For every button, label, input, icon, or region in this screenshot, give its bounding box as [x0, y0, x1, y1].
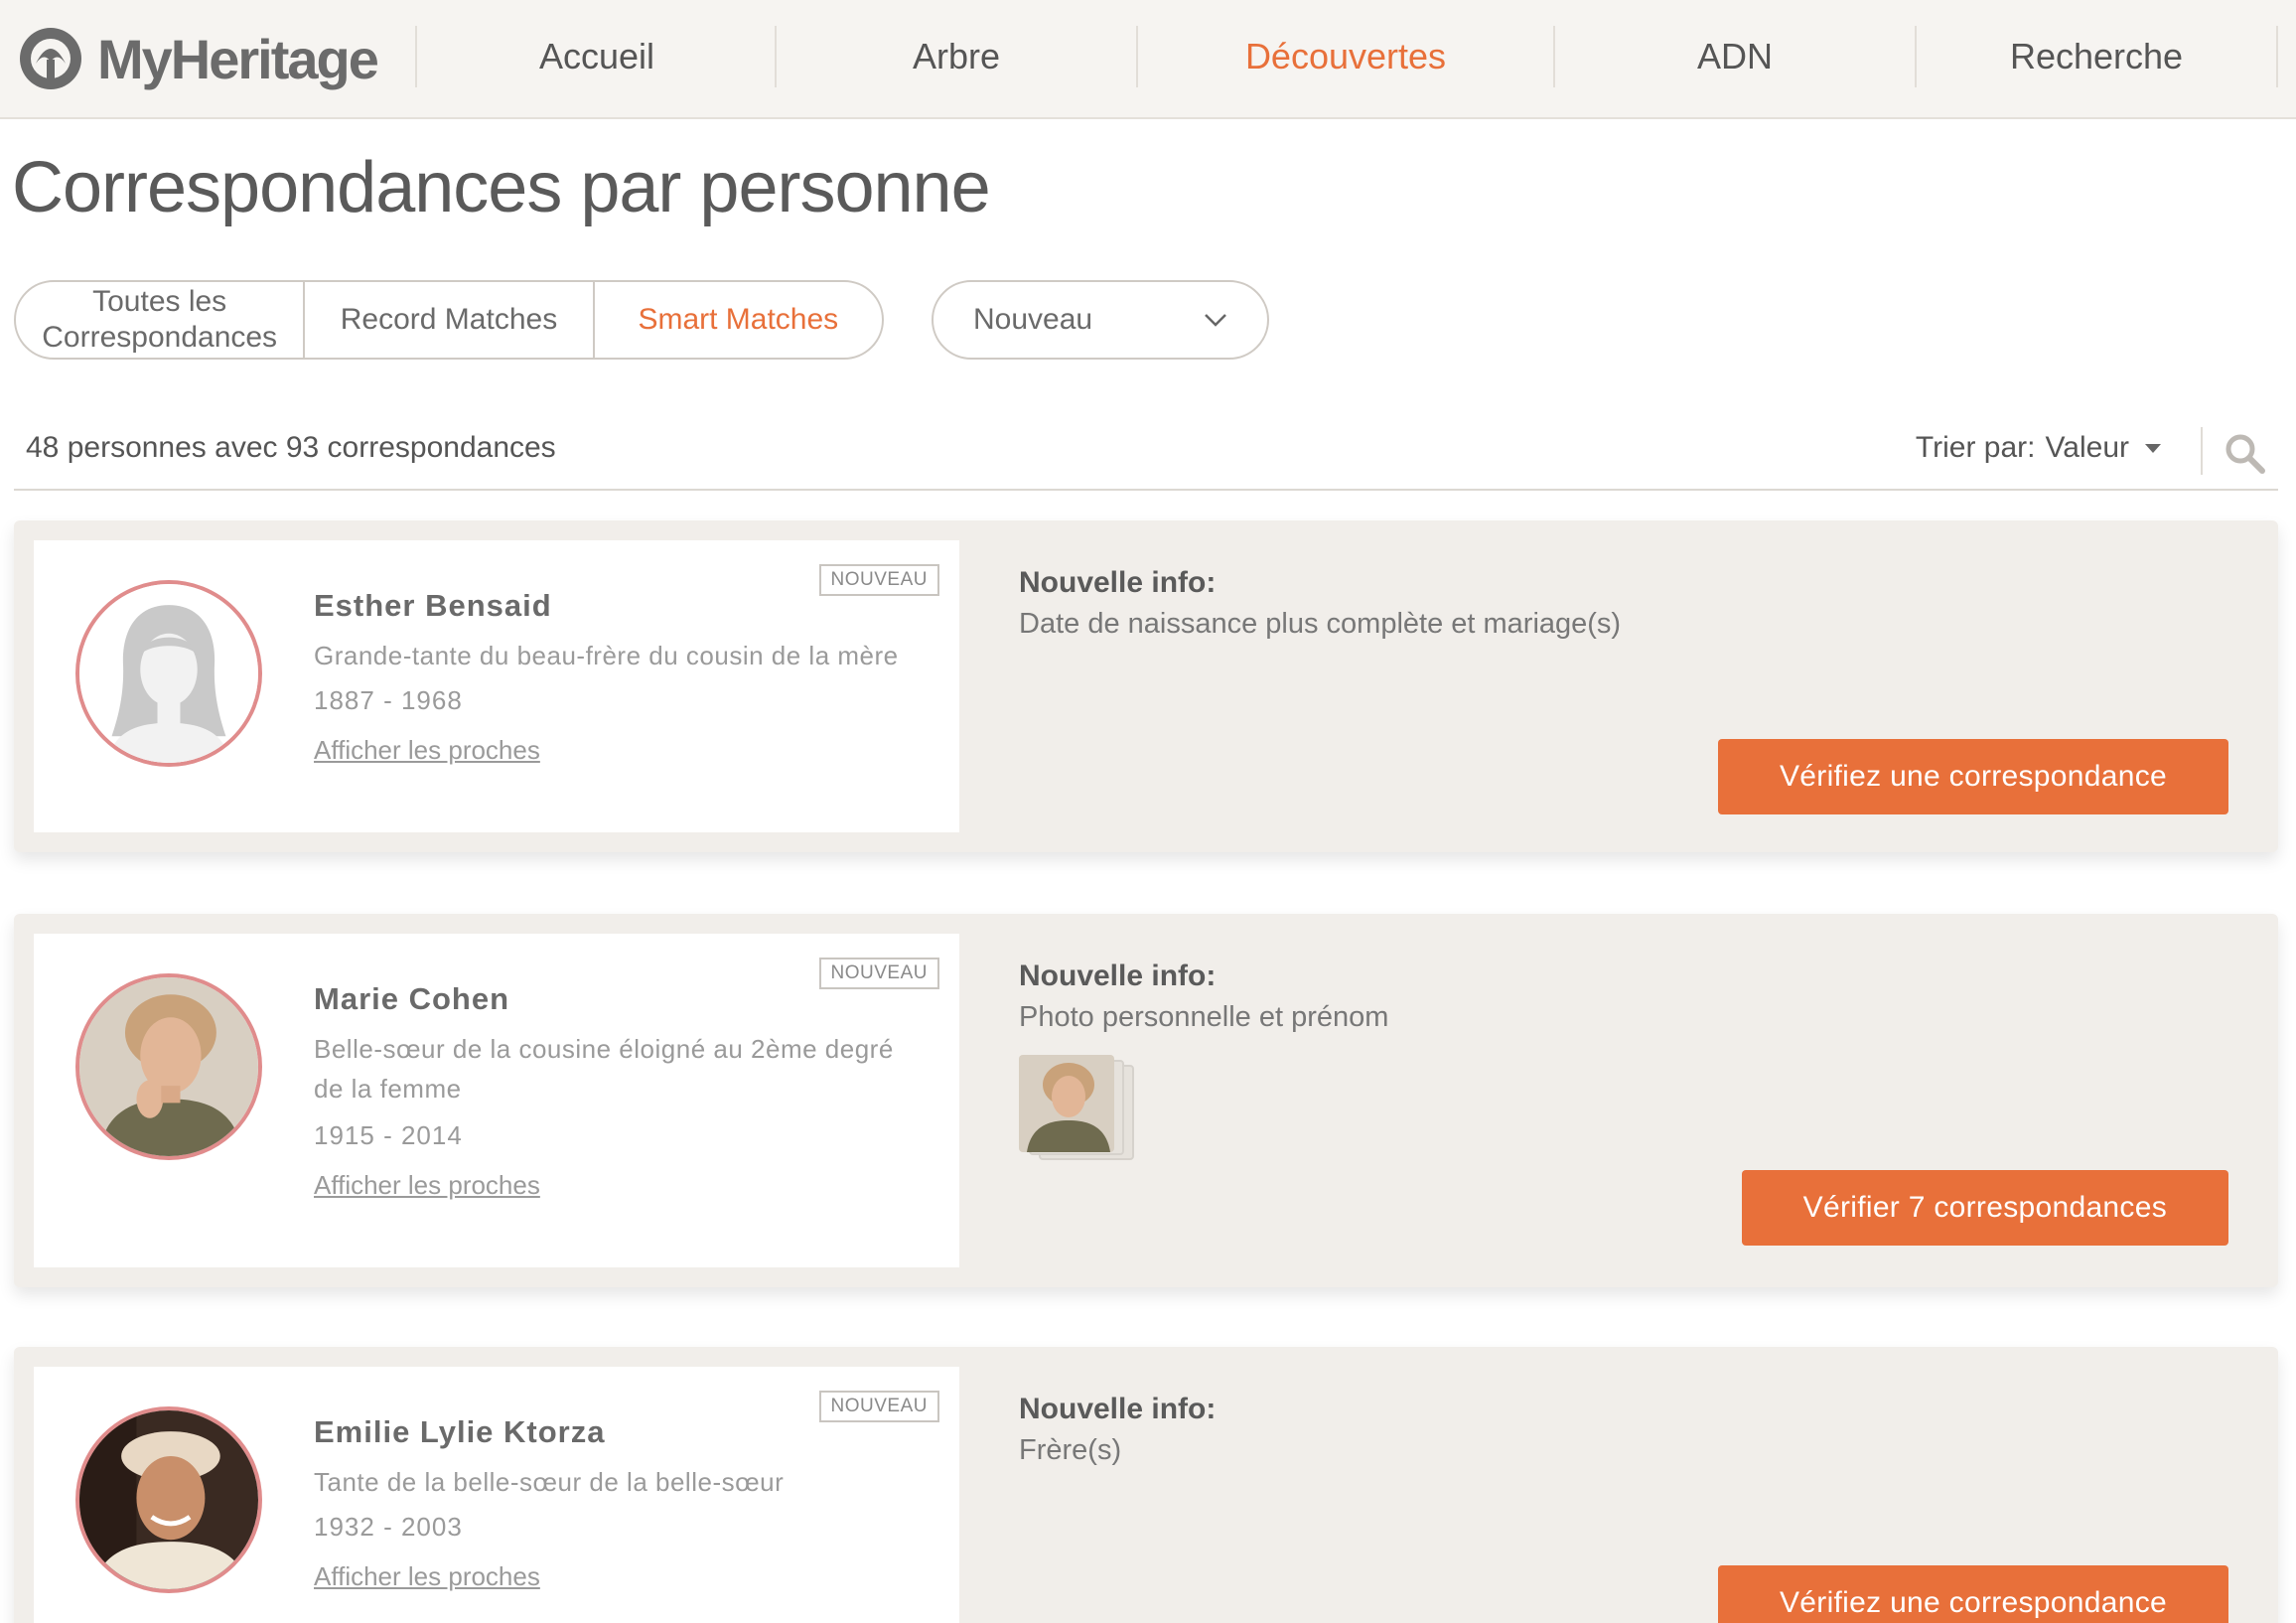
review-matches-button[interactable]: Vérifier 7 correspondances: [1741, 1170, 2228, 1246]
person-lifespan: 1932 - 2003: [314, 1512, 463, 1542]
person-relationship: Belle-sœur de la cousine éloigné au 2ème…: [314, 1034, 894, 1104]
review-match-button[interactable]: Vérifiez une correspondance: [1718, 739, 2228, 814]
new-badge: NOUVEAU: [818, 1391, 939, 1422]
sort-label: Trier par:: [1915, 431, 2036, 464]
sort-value: Valeur: [2045, 431, 2130, 464]
person-name: Esther Bensaid: [314, 588, 552, 623]
nav-item-arbre[interactable]: Arbre: [777, 26, 1136, 87]
tab-record-matches[interactable]: Record Matches: [305, 282, 595, 358]
portrait-photo: [1019, 1055, 1114, 1152]
chevron-down-icon: [1205, 314, 1226, 327]
person-name: Marie Cohen: [314, 981, 510, 1016]
person-lifespan: 1915 - 2014: [314, 1120, 463, 1150]
person-relationship: Tante de la belle-sœur de la belle-sœur: [314, 1467, 785, 1497]
person-relationship: Grande-tante du beau-frère du cousin de …: [314, 641, 899, 670]
myheritage-logo[interactable]: MyHeritage: [14, 24, 379, 93]
silhouette-female-icon: [79, 584, 258, 763]
new-info-title: Nouvelle info:: [1019, 566, 1217, 599]
avatar[interactable]: [75, 580, 262, 767]
new-badge: NOUVEAU: [818, 958, 939, 989]
nav-item-decouvertes[interactable]: Découvertes: [1138, 26, 1553, 87]
new-badge: NOUVEAU: [818, 564, 939, 596]
nav-item-recherche[interactable]: Recherche: [1917, 26, 2276, 87]
nav-divider: [2276, 26, 2278, 87]
match-type-filter: Toutes les Correspondances Record Matche…: [14, 280, 884, 360]
photo-thumbnail-stack[interactable]: [1019, 1055, 1148, 1164]
nav-item-adn[interactable]: ADN: [1555, 26, 1915, 87]
sort-dropdown[interactable]: Trier par: Valeur: [1916, 431, 2161, 465]
match-card: Emilie Lylie Ktorza Tante de la belle-sœ…: [14, 1347, 2278, 1623]
person-summary: Emilie Lylie Ktorza Tante de la belle-sœ…: [34, 1367, 959, 1623]
caret-down-icon: [2145, 443, 2161, 453]
person-summary: Esther Bensaid Grande-tante du beau-frèr…: [34, 540, 959, 832]
new-info-title: Nouvelle info:: [1019, 1393, 1217, 1425]
new-info-text: Photo personnelle et prénom: [1019, 1001, 1389, 1033]
search-icon[interactable]: [2223, 431, 2266, 475]
portrait-photo: [79, 1410, 258, 1589]
portrait-photo: [79, 977, 258, 1156]
new-info-title: Nouvelle info:: [1019, 959, 1217, 992]
person-summary: Marie Cohen Belle-sœur de la cousine élo…: [34, 934, 959, 1267]
status-dropdown[interactable]: Nouveau: [932, 280, 1269, 360]
person-lifespan: 1887 - 1968: [314, 685, 463, 715]
person-name: Emilie Lylie Ktorza: [314, 1414, 606, 1449]
myheritage-logo-icon: [20, 28, 81, 89]
page-title: Correspondances par personne: [12, 148, 991, 227]
avatar[interactable]: [75, 1406, 262, 1593]
show-relatives-link[interactable]: Afficher les proches: [314, 735, 540, 766]
avatar[interactable]: [75, 973, 262, 1160]
top-navigation: MyHeritage Accueil Arbre Découvertes ADN…: [0, 0, 2296, 119]
results-summary: 48 personnes avec 93 correspondances: [26, 431, 556, 464]
match-card: Marie Cohen Belle-sœur de la cousine élo…: [14, 914, 2278, 1287]
toolbar-divider: [2201, 427, 2203, 475]
review-match-button[interactable]: Vérifiez une correspondance: [1718, 1565, 2228, 1623]
new-info-text: Frère(s): [1019, 1434, 1122, 1466]
show-relatives-link[interactable]: Afficher les proches: [314, 1561, 540, 1592]
tab-all-matches-label: Toutes les Correspondances: [42, 285, 278, 354]
nav-item-accueil[interactable]: Accueil: [417, 26, 777, 87]
match-card: Esther Bensaid Grande-tante du beau-frèr…: [14, 520, 2278, 852]
tab-all-matches[interactable]: Toutes les Correspondances: [16, 282, 306, 358]
results-bar: 48 personnes avec 93 correspondances Tri…: [14, 417, 2278, 491]
photo-thumbnail: [1019, 1055, 1114, 1152]
brand-name: MyHeritage: [97, 27, 379, 90]
tab-record-matches-label: Record Matches: [340, 303, 558, 336]
status-dropdown-value: Nouveau: [973, 303, 1093, 336]
tab-smart-matches[interactable]: Smart Matches: [595, 282, 882, 358]
new-info-text: Date de naissance plus complète et maria…: [1019, 608, 1622, 640]
show-relatives-link[interactable]: Afficher les proches: [314, 1170, 540, 1201]
tab-smart-matches-label: Smart Matches: [638, 303, 839, 336]
